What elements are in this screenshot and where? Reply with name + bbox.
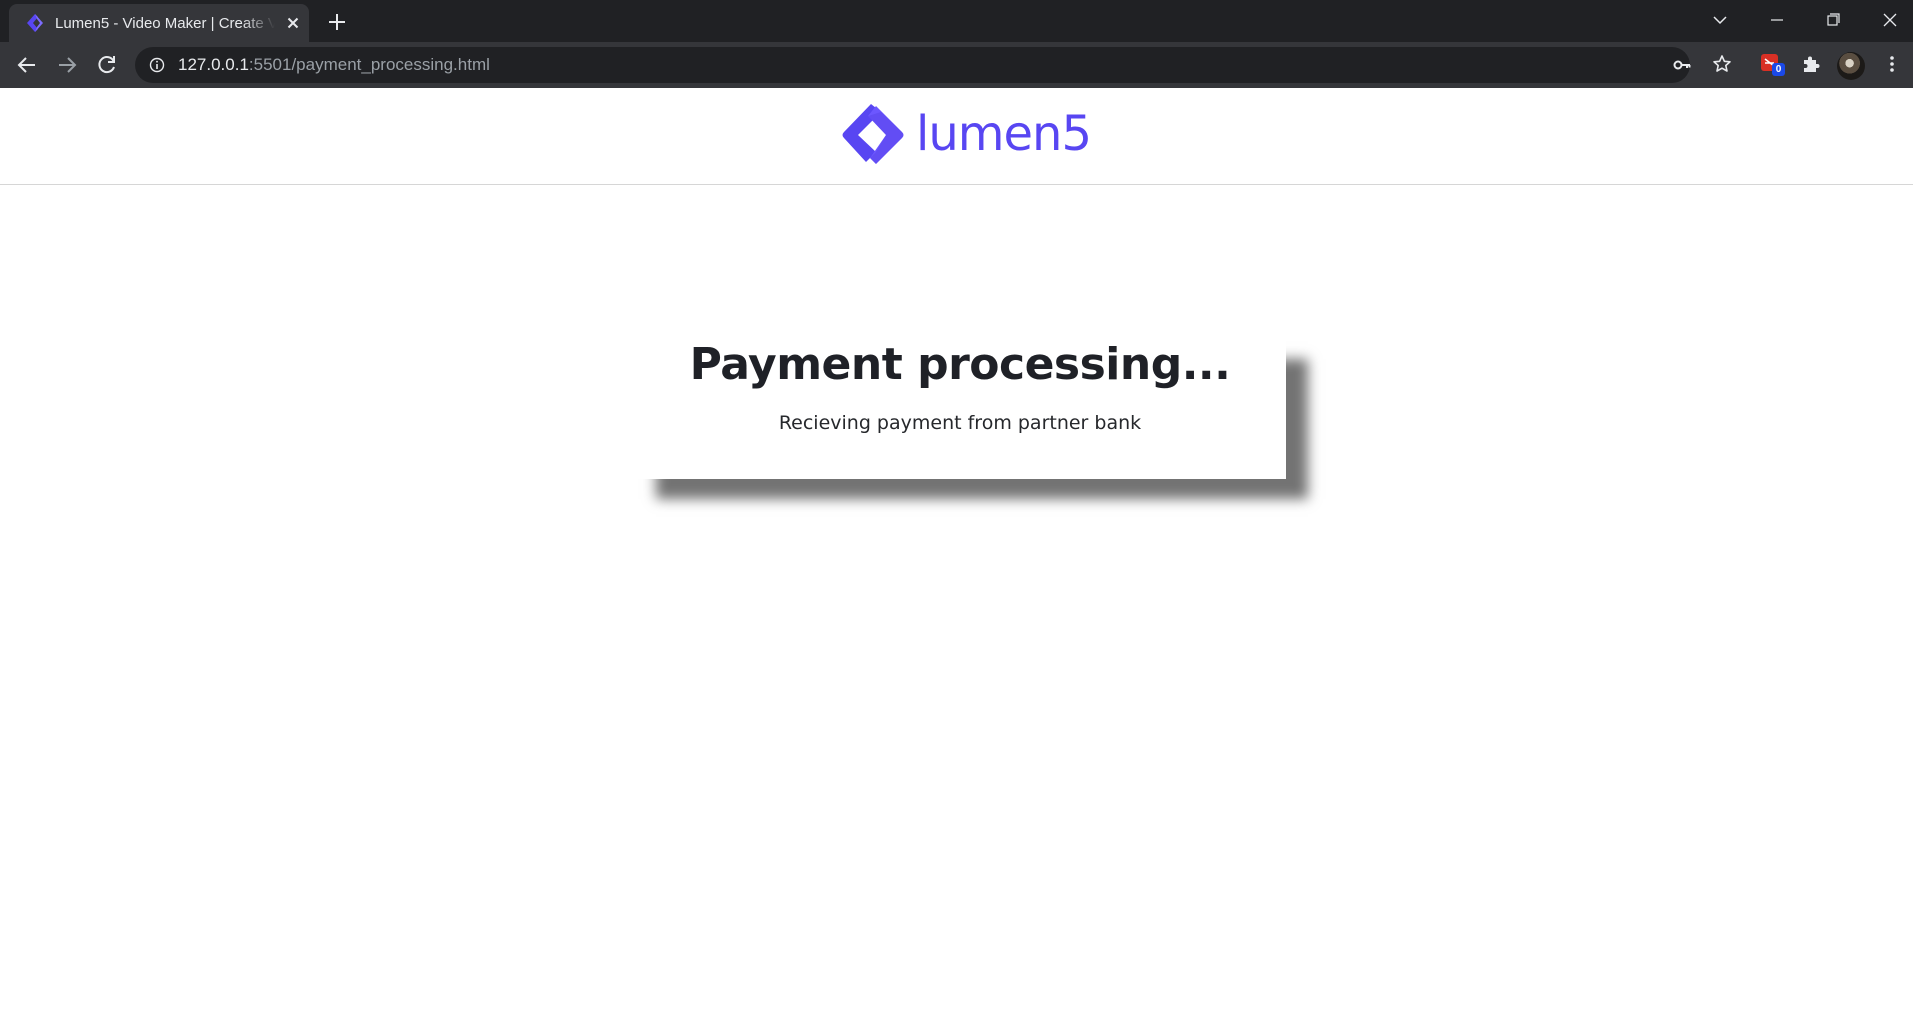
minimize-icon[interactable] [1763, 8, 1791, 32]
payment-processing-title: Payment processing... [689, 339, 1231, 390]
payment-processing-subtitle: Recieving payment from partner bank [778, 412, 1142, 434]
extension-adblock-icon[interactable]: 0 [1758, 51, 1786, 79]
url-path: :5501/payment_processing.html [248, 55, 490, 74]
lumen5-logo[interactable]: lumen5 [840, 100, 1092, 168]
tab-strip: Lumen5 - Video Maker | Create Videos [0, 0, 1913, 42]
url-host: 127.0.0.1 [178, 55, 249, 74]
reload-icon[interactable] [95, 53, 119, 77]
browser-toolbar: 127.0.0.1:5501/payment_processing.html 0 [0, 42, 1913, 88]
address-bar[interactable]: 127.0.0.1:5501/payment_processing.html [135, 47, 1692, 83]
back-arrow-icon[interactable] [15, 53, 39, 77]
bookmark-star-icon[interactable] [1712, 54, 1732, 74]
browser-tab-active[interactable]: Lumen5 - Video Maker | Create Videos [9, 4, 309, 42]
key-icon[interactable] [1672, 55, 1692, 75]
close-tab-icon[interactable] [285, 15, 301, 31]
tab-search-chevron-icon[interactable] [1706, 8, 1734, 32]
new-tab-icon[interactable] [325, 10, 349, 34]
url-text: 127.0.0.1:5501/payment_processing.html [178, 55, 490, 75]
extension-badge-count: 0 [1772, 63, 1785, 76]
forward-arrow-icon[interactable] [55, 53, 79, 77]
site-info-icon[interactable] [149, 57, 165, 73]
logo-wordmark: lumen5 [916, 106, 1092, 162]
payment-status-card: Payment processing... Recieving payment … [634, 339, 1286, 479]
restore-window-icon[interactable] [1819, 8, 1847, 32]
site-header: lumen5 [0, 88, 1913, 185]
puzzle-extensions-icon[interactable] [1801, 54, 1821, 74]
tab-title: Lumen5 - Video Maker | Create Videos [55, 15, 275, 32]
lumen5-logo-mark-icon [842, 104, 904, 164]
more-menu-icon[interactable] [1882, 54, 1902, 74]
close-window-icon[interactable] [1876, 8, 1904, 32]
profile-avatar[interactable] [1837, 52, 1865, 80]
lumen5-favicon-icon [27, 14, 43, 32]
